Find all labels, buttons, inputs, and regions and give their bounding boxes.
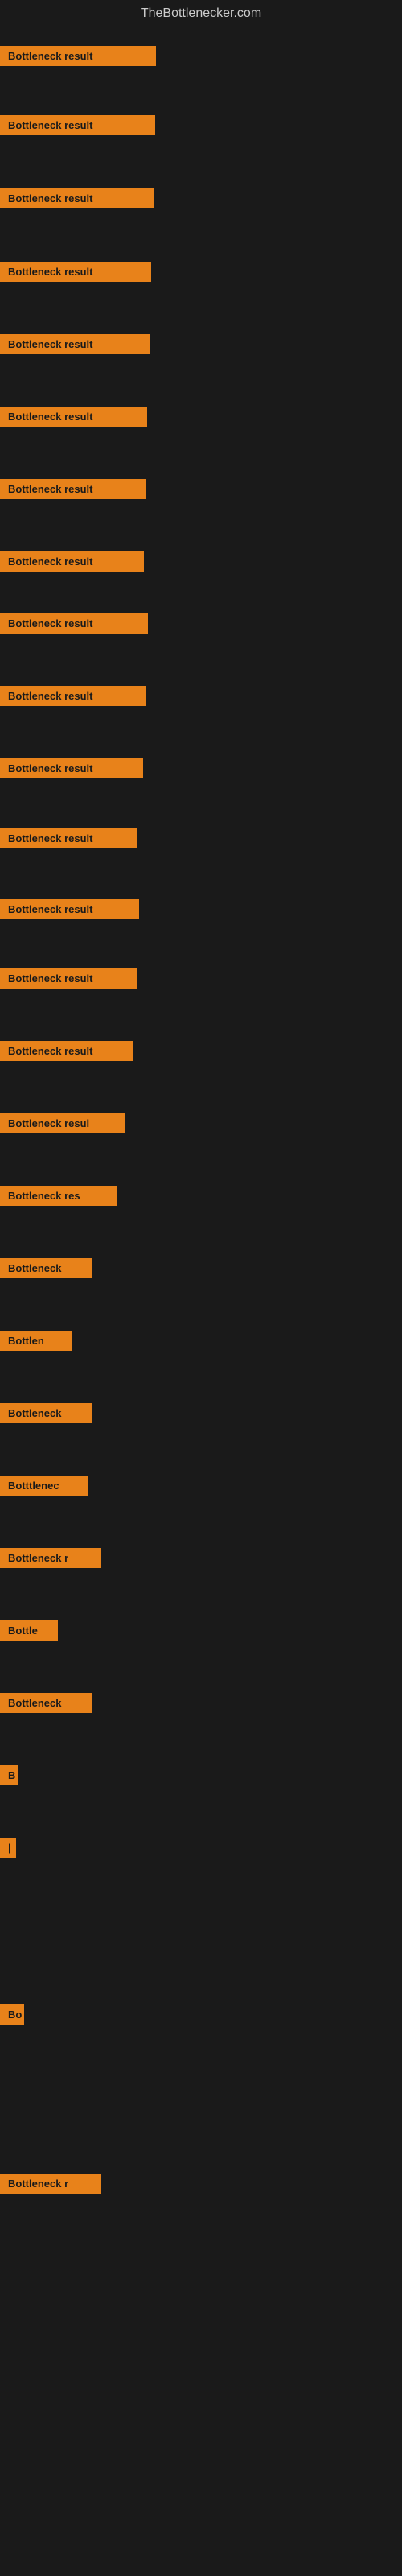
bottleneck-badge-14: Bottleneck result <box>0 968 137 989</box>
bottleneck-badge-2: Bottleneck result <box>0 115 155 135</box>
bottleneck-item-18[interactable]: Bottleneck <box>0 1258 92 1282</box>
bottleneck-item-16[interactable]: Bottleneck resul <box>0 1113 125 1137</box>
bottleneck-item-23[interactable]: Bottle <box>0 1620 58 1645</box>
bottleneck-item-15[interactable]: Bottleneck result <box>0 1041 133 1065</box>
bottleneck-badge-19: Bottlen <box>0 1331 72 1351</box>
bottleneck-badge-28: Bottleneck r <box>0 2174 100 2194</box>
bottleneck-badge-16: Bottleneck resul <box>0 1113 125 1133</box>
bottleneck-badge-10: Bottleneck result <box>0 686 146 706</box>
bottleneck-badge-9: Bottleneck result <box>0 613 148 634</box>
bottleneck-badge-21: Botttlenec <box>0 1476 88 1496</box>
bottleneck-badge-5: Bottleneck result <box>0 334 150 354</box>
bottleneck-item-21[interactable]: Botttlenec <box>0 1476 88 1500</box>
bottleneck-item-19[interactable]: Bottlen <box>0 1331 72 1355</box>
bottleneck-item-2[interactable]: Bottleneck result <box>0 115 155 139</box>
bottleneck-item-17[interactable]: Bottleneck res <box>0 1186 117 1210</box>
bottleneck-item-13[interactable]: Bottleneck result <box>0 899 139 923</box>
site-title: TheBottlenecker.com <box>0 0 402 27</box>
bottleneck-badge-20: Bottleneck <box>0 1403 92 1423</box>
bottleneck-item-12[interactable]: Bottleneck result <box>0 828 137 852</box>
bottleneck-badge-27: Bo <box>0 2004 24 2025</box>
bottleneck-item-1[interactable]: Bottleneck result <box>0 46 156 70</box>
bottleneck-badge-13: Bottleneck result <box>0 899 139 919</box>
bottleneck-badge-18: Bottleneck <box>0 1258 92 1278</box>
bottleneck-badge-26: | <box>0 1838 16 1858</box>
bottleneck-badge-1: Bottleneck result <box>0 46 156 66</box>
bottleneck-item-8[interactable]: Bottleneck result <box>0 551 144 576</box>
bottleneck-item-11[interactable]: Bottleneck result <box>0 758 143 782</box>
bottleneck-badge-3: Bottleneck result <box>0 188 154 208</box>
bottleneck-item-25[interactable]: B <box>0 1765 18 1790</box>
bottleneck-badge-22: Bottleneck r <box>0 1548 100 1568</box>
bottleneck-badge-6: Bottleneck result <box>0 407 147 427</box>
bottleneck-badge-25: B <box>0 1765 18 1785</box>
bottleneck-badge-24: Bottleneck <box>0 1693 92 1713</box>
bottleneck-badge-17: Bottleneck res <box>0 1186 117 1206</box>
bottleneck-item-3[interactable]: Bottleneck result <box>0 188 154 213</box>
bottleneck-badge-23: Bottle <box>0 1620 58 1641</box>
bottleneck-item-4[interactable]: Bottleneck result <box>0 262 151 286</box>
bottleneck-item-14[interactable]: Bottleneck result <box>0 968 137 993</box>
bottleneck-item-26[interactable]: | <box>0 1838 16 1862</box>
bottleneck-badge-7: Bottleneck result <box>0 479 146 499</box>
bottleneck-badge-4: Bottleneck result <box>0 262 151 282</box>
bottleneck-badge-8: Bottleneck result <box>0 551 144 572</box>
bottleneck-item-22[interactable]: Bottleneck r <box>0 1548 100 1572</box>
bottleneck-badge-15: Bottleneck result <box>0 1041 133 1061</box>
bottleneck-item-27[interactable]: Bo <box>0 2004 24 2029</box>
bottleneck-item-10[interactable]: Bottleneck result <box>0 686 146 710</box>
bottleneck-item-20[interactable]: Bottleneck <box>0 1403 92 1427</box>
bottleneck-item-24[interactable]: Bottleneck <box>0 1693 92 1717</box>
bottleneck-badge-12: Bottleneck result <box>0 828 137 848</box>
bottleneck-item-9[interactable]: Bottleneck result <box>0 613 148 638</box>
bottleneck-item-28[interactable]: Bottleneck r <box>0 2174 100 2198</box>
bottleneck-item-5[interactable]: Bottleneck result <box>0 334 150 358</box>
bottleneck-item-6[interactable]: Bottleneck result <box>0 407 147 431</box>
bottleneck-item-7[interactable]: Bottleneck result <box>0 479 146 503</box>
bottleneck-badge-11: Bottleneck result <box>0 758 143 778</box>
